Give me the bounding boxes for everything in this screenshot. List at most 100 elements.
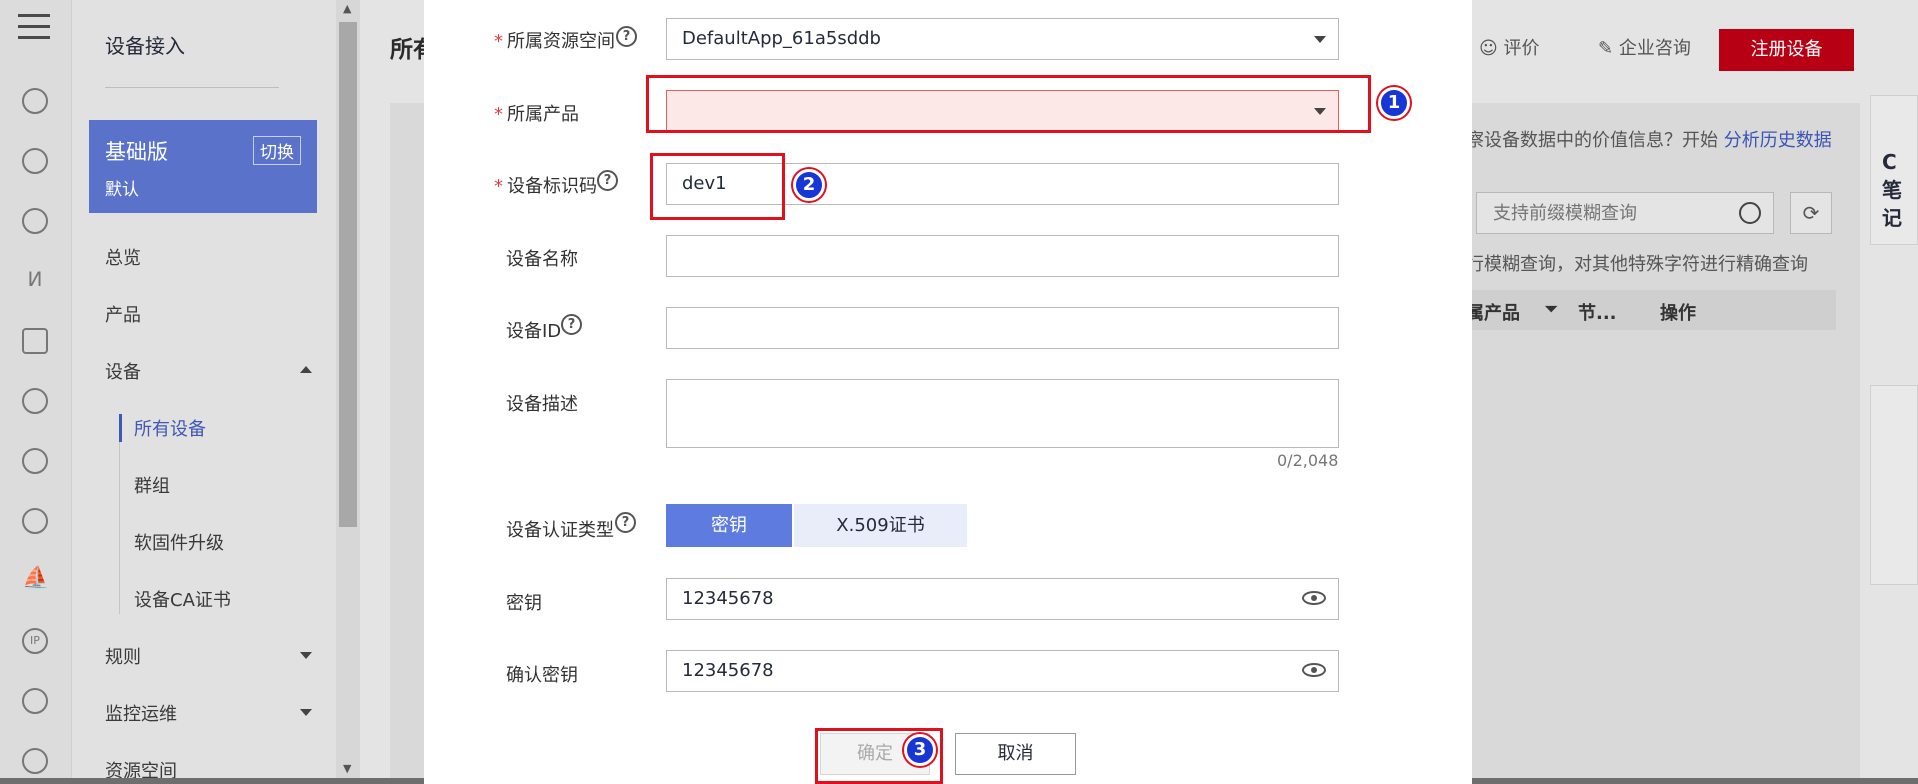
submenu-line	[119, 414, 120, 614]
help-float-panel[interactable]	[1870, 385, 1918, 585]
cloud-icon[interactable]	[22, 88, 48, 114]
divider	[105, 87, 279, 88]
device-search-box	[1476, 192, 1774, 234]
annotation-badge-3: 3	[904, 734, 936, 766]
table-header: 属产品 ⏷ 节... 操作	[1466, 290, 1836, 330]
analytics-hint: 察设备数据中的价值信息？开始 分析历史数据	[1466, 126, 1832, 152]
scroll-up-icon[interactable]: ▲	[343, 2, 351, 15]
device-id-label: 设备ID	[506, 321, 562, 342]
cluster-icon[interactable]	[22, 688, 48, 714]
column-node: 节...	[1578, 303, 1617, 324]
eye-icon[interactable]	[1302, 663, 1326, 677]
sidebar-item-devices[interactable]: 设备	[105, 358, 141, 384]
register-device-button[interactable]: 注册设备	[1719, 29, 1854, 71]
refresh-icon: ⟳	[1802, 201, 1820, 225]
refresh-button[interactable]: ⟳	[1790, 192, 1832, 234]
device-name-label: 设备名称	[506, 249, 578, 270]
help-icon[interactable]: ?	[616, 26, 637, 47]
required-mark: *	[494, 104, 503, 125]
sidebar-item-monitoring[interactable]: 监控运维	[105, 700, 177, 726]
search-hint: 行模糊查询，对其他特殊字符进行精确查询	[1466, 254, 1808, 275]
description-label: 设备描述	[506, 394, 578, 415]
sidebar-item-groups[interactable]: 群组	[134, 472, 170, 498]
secret-input[interactable]: 12345678	[666, 578, 1339, 620]
scrollbar-thumb[interactable]	[339, 22, 357, 527]
cloud-outline-icon[interactable]	[22, 388, 48, 414]
callout-product	[646, 75, 1371, 133]
chevron-down-icon	[300, 709, 312, 716]
edition-default: 默认	[105, 180, 139, 200]
ip-icon[interactable]: IP	[22, 628, 48, 654]
database-icon[interactable]	[22, 208, 48, 234]
confirm-secret-input[interactable]: 12345678	[666, 650, 1339, 692]
sidebar-title: 设备接入	[105, 34, 185, 58]
annotation-badge-2: 2	[793, 169, 825, 201]
side-menu: 设备接入 基础版 切换 默认 总览 产品 设备 所有设备 群组 软固件升级 设备…	[72, 0, 336, 784]
auth-type-secret-option[interactable]: 密钥	[666, 504, 792, 547]
sail-icon[interactable]: ⛵	[22, 568, 49, 594]
filter-icon[interactable]: ⏷	[1544, 299, 1558, 320]
eye-icon[interactable]	[1302, 591, 1326, 605]
chevron-down-icon	[300, 652, 312, 659]
active-indicator	[119, 414, 122, 442]
confirm-secret-value: 12345678	[682, 660, 774, 681]
consult-label: 企业咨询	[1618, 38, 1691, 59]
notes-float-label: C笔记	[1882, 150, 1902, 230]
help-icon[interactable]: ?	[561, 314, 582, 335]
hint-text: 察设备数据中的价值信息？开始	[1466, 130, 1718, 151]
help-icon[interactable]: ?	[597, 170, 618, 191]
sidebar-scrollbar[interactable]: ▲ ▼	[336, 0, 360, 784]
analytics-link[interactable]: 分析历史数据	[1724, 130, 1832, 151]
cloud-upload-icon[interactable]	[22, 448, 48, 474]
auth-type-x509-option[interactable]: X.509证书	[794, 504, 967, 547]
notes-float-panel[interactable]: C笔记	[1870, 95, 1918, 245]
sidebar-item-rules[interactable]: 规则	[105, 643, 141, 669]
edition-name: 基础版	[105, 140, 168, 164]
edition-switch-button[interactable]: 切换	[253, 136, 301, 165]
search-input[interactable]	[1477, 193, 1717, 233]
edition-card: 基础版 切换 默认	[89, 120, 317, 213]
chat-icon[interactable]	[22, 148, 48, 174]
auth-type-label: 设备认证类型	[506, 520, 614, 541]
signal-icon[interactable]: ⵍ	[22, 268, 48, 294]
edit-icon: ✎	[1598, 38, 1614, 59]
consult-link[interactable]: ✎ 企业咨询	[1598, 34, 1691, 60]
help-icon[interactable]: ?	[615, 512, 636, 533]
cancel-button[interactable]: 取消	[955, 733, 1076, 775]
chevron-up-icon	[300, 366, 312, 373]
resource-space-value: DefaultApp_61a5sddb	[682, 28, 881, 49]
required-mark: *	[494, 31, 503, 52]
sidebar-item-firmware[interactable]: 软固件升级	[134, 529, 224, 555]
description-counter: 0/2,048	[1277, 451, 1339, 470]
description-textarea[interactable]	[666, 379, 1339, 448]
resource-space-select[interactable]: DefaultApp_61a5sddb	[666, 18, 1339, 60]
scroll-down-icon[interactable]: ▼	[343, 762, 351, 775]
secret-label: 密钥	[506, 593, 542, 614]
sidebar-item-ca-cert[interactable]: 设备CA证书	[134, 586, 231, 612]
globe-icon[interactable]	[22, 748, 48, 774]
annotation-badge-1: 1	[1378, 87, 1410, 119]
callout-node-id	[650, 153, 785, 220]
column-product: 属产品	[1466, 303, 1520, 324]
cloud-sync-icon[interactable]	[22, 508, 48, 534]
node-id-label: * 设备标识码	[494, 176, 597, 197]
secret-value: 12345678	[682, 588, 774, 609]
required-mark: *	[494, 176, 503, 197]
search-icon[interactable]	[1739, 202, 1761, 224]
column-actions: 操作	[1660, 303, 1696, 324]
rate-link[interactable]: ☺ 评价	[1479, 34, 1540, 60]
device-name-input[interactable]	[666, 235, 1339, 277]
smile-icon: ☺	[1479, 38, 1498, 59]
resource-space-label: * 所属资源空间	[494, 31, 615, 52]
hamburger-menu-icon[interactable]	[18, 14, 50, 47]
device-icon[interactable]	[22, 328, 48, 354]
sidebar-item-overview[interactable]: 总览	[105, 244, 141, 270]
device-id-input[interactable]	[666, 307, 1339, 349]
chevron-down-icon	[1314, 36, 1326, 43]
sidebar-item-all-devices[interactable]: 所有设备	[134, 415, 206, 441]
confirm-secret-label: 确认密钥	[506, 665, 578, 686]
rate-label: 评价	[1503, 38, 1540, 59]
icon-rail: ⵍ ⛵ IP	[0, 0, 72, 784]
product-label: * 所属产品	[494, 104, 579, 125]
sidebar-item-products[interactable]: 产品	[105, 301, 141, 327]
